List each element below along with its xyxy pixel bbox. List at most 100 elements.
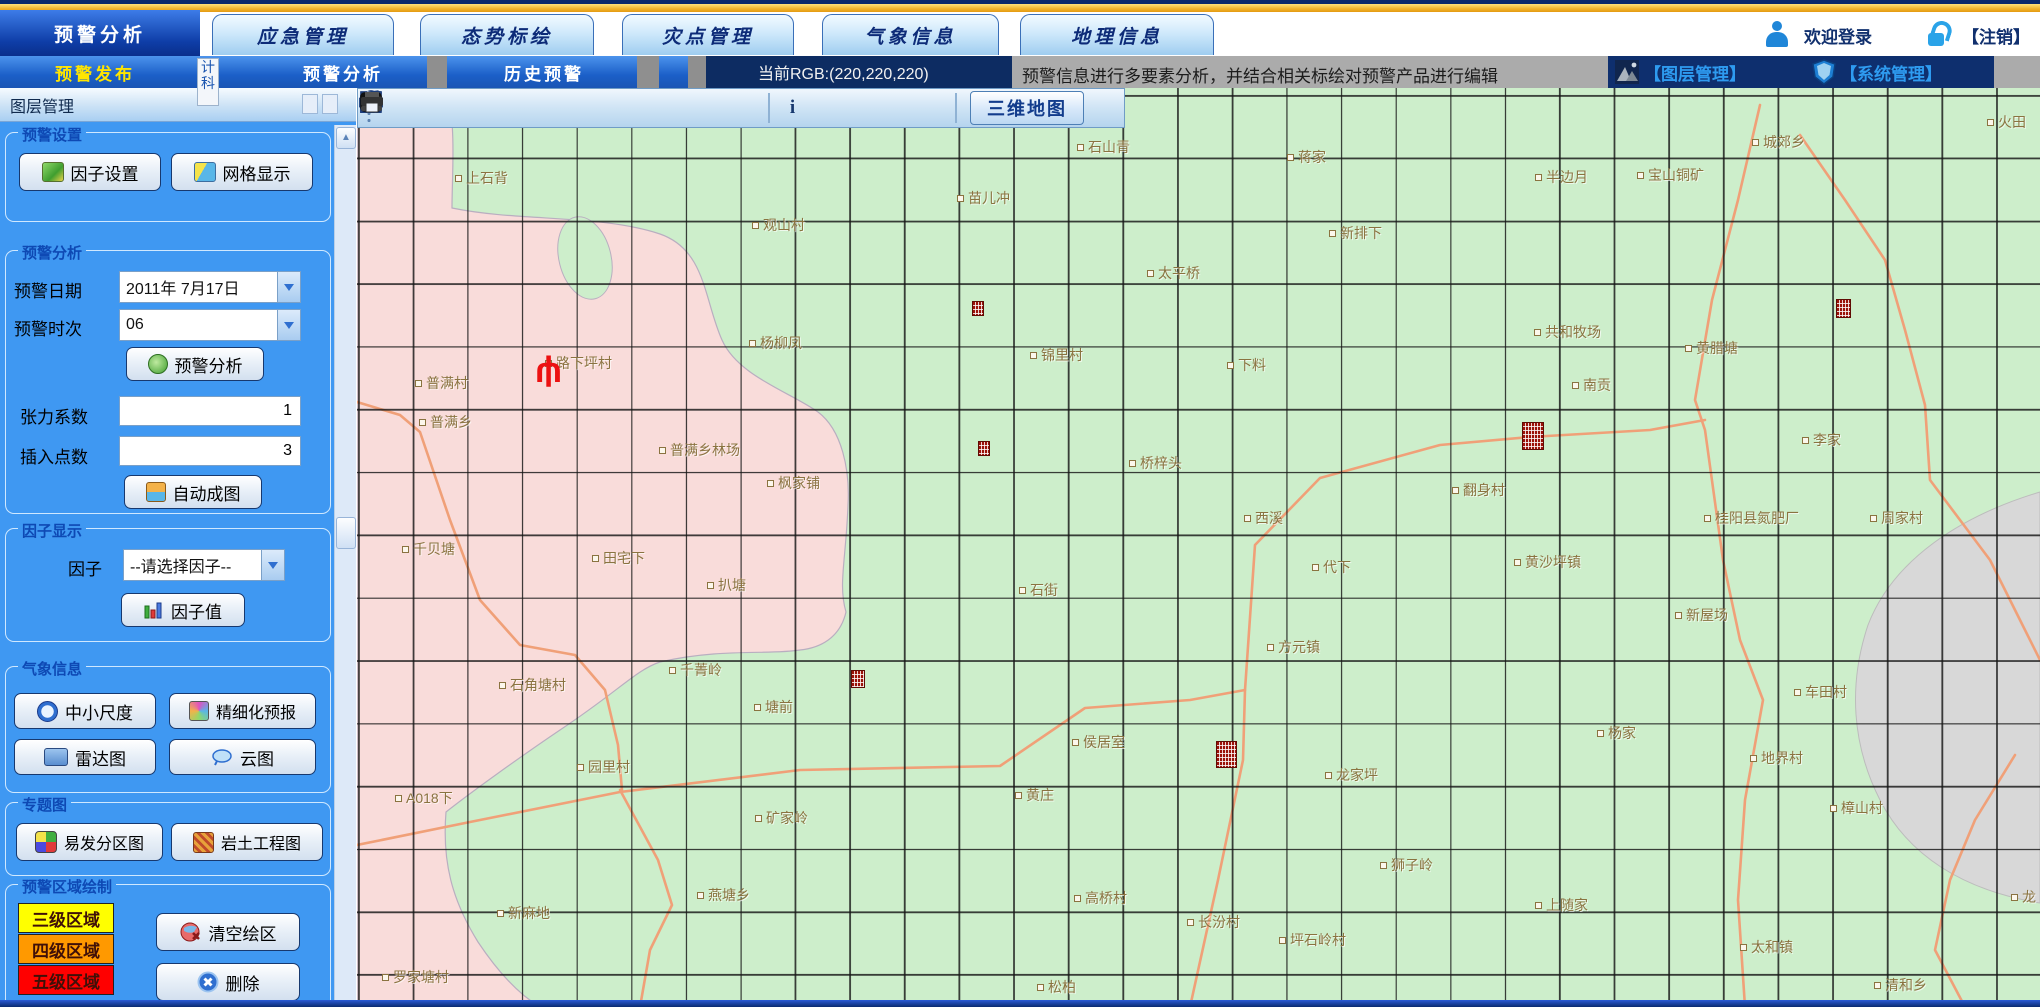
tab-weather-info[interactable]: 气象信息 — [822, 14, 999, 55]
map-place-label: 上石背 — [455, 168, 508, 188]
place-marker-icon — [1030, 352, 1037, 359]
place-marker-icon — [1704, 515, 1711, 522]
map-place-label: 翻身村 — [1452, 480, 1505, 500]
measure-polygon-icon[interactable] — [448, 91, 483, 125]
level4-region-swatch[interactable]: 四级区域 — [18, 934, 114, 964]
place-marker-icon — [749, 340, 756, 347]
print-icon[interactable] — [915, 91, 950, 125]
grid-display-label: 网格显示 — [223, 160, 291, 185]
tension-coefficient-input[interactable] — [119, 396, 301, 426]
place-marker-icon — [395, 795, 402, 802]
layer-manage-button[interactable]: 【图层管理】 — [1608, 56, 1806, 88]
scrollbar-thumb[interactable] — [336, 517, 356, 549]
chevron-down-icon[interactable] — [261, 550, 284, 580]
tab-disaster-points[interactable]: 灾点管理 — [622, 14, 794, 55]
panel-minimize-button[interactable] — [302, 94, 318, 114]
map-viewport[interactable]: 上石背石山青蒋家城郊乡火田苗儿冲半边月宝山铜矿观山村新排下太平桥杨柳凤锦里村下料… — [357, 88, 2040, 1007]
measure-circle-icon[interactable] — [413, 91, 448, 125]
full-extent-globe-icon[interactable] — [588, 91, 623, 125]
fine-forecast-button[interactable]: 精细化预报 — [169, 693, 316, 729]
place-marker-icon — [1752, 139, 1759, 146]
pause-icon[interactable] — [693, 91, 728, 125]
system-manage-button[interactable]: 【系统管理】 — [1806, 56, 1994, 88]
factor-value-button[interactable]: 因子值 — [121, 593, 245, 627]
panel-close-button[interactable] — [322, 94, 338, 114]
place-marker-icon — [1534, 329, 1541, 336]
grid-display-button[interactable]: 网格显示 — [171, 153, 313, 191]
susceptibility-zone-map-button[interactable]: 易发分区图 — [16, 823, 163, 861]
place-marker-icon — [419, 419, 426, 426]
subtab-warning-publish[interactable]: 预警发布 — [0, 56, 190, 88]
place-marker-icon — [382, 974, 389, 981]
map-place-label: 下料 — [1227, 355, 1266, 375]
warning-analyze-button[interactable]: 预警分析 — [126, 347, 264, 381]
geotechnical-map-button[interactable]: 岩土工程图 — [171, 823, 323, 861]
delete-button[interactable]: 删除 — [156, 963, 300, 1001]
warning-date-select[interactable]: 2011年 7月17日 — [119, 271, 301, 303]
grid-sheet-icon[interactable] — [483, 91, 518, 125]
place-marker-icon — [1015, 792, 1022, 799]
factor-settings-label: 因子设置 — [71, 160, 139, 185]
chevron-down-icon[interactable] — [277, 272, 300, 302]
place-marker-icon — [1637, 172, 1644, 179]
red-anchor-symbol: ψ — [535, 360, 562, 390]
map-place-label: 黄沙坪镇 — [1514, 552, 1581, 572]
place-marker-icon — [754, 704, 761, 711]
disaster-point-marker[interactable] — [972, 301, 984, 316]
scroll-up-arrow-icon[interactable]: ▲ — [336, 127, 356, 149]
factor-settings-button[interactable]: 因子设置 — [19, 153, 161, 191]
disaster-point-marker[interactable] — [851, 670, 865, 688]
tab-emergency-management[interactable]: 应急管理 — [212, 14, 394, 55]
zoom-out-icon[interactable] — [553, 91, 588, 125]
save-icon[interactable] — [845, 91, 880, 125]
sidebar-scrollbar[interactable]: ▲ — [334, 125, 356, 1007]
level3-region-swatch[interactable]: 三级区域 — [18, 903, 114, 933]
plot-icon[interactable] — [880, 91, 915, 125]
subtab-warning-analysis[interactable]: 预警分析 — [258, 56, 428, 88]
factor-select[interactable]: --请选择因子-- — [123, 549, 285, 581]
factor-label: 因子 — [68, 555, 102, 580]
disaster-point-marker[interactable] — [978, 441, 990, 456]
disaster-point-marker[interactable] — [1836, 299, 1851, 318]
pan-hand-icon[interactable] — [623, 91, 658, 125]
tab-situation-plotting[interactable]: 态势标绘 — [420, 14, 594, 55]
zoom-in-icon[interactable] — [518, 91, 553, 125]
cloud-chart-button[interactable]: 云图 — [169, 739, 316, 775]
map-place-label: 城郊乡 — [1752, 132, 1805, 152]
group-warning-settings: 预警设置 因子设置 网格显示 — [5, 132, 331, 222]
zoom-previous-icon[interactable] — [658, 91, 693, 125]
map-place-label: 南贡 — [1572, 375, 1611, 395]
place-marker-icon — [755, 815, 762, 822]
warning-time-select[interactable]: 06 — [119, 309, 301, 341]
place-marker-icon — [1329, 230, 1336, 237]
export-icon[interactable] — [810, 91, 845, 125]
refresh-swap-icon[interactable] — [728, 91, 763, 125]
identify-info-icon[interactable]: i — [775, 91, 810, 125]
disaster-point-marker[interactable] — [1522, 422, 1544, 450]
auto-chart-button[interactable]: 自动成图 — [124, 475, 262, 509]
place-marker-icon — [1830, 805, 1837, 812]
tab-geographic-info[interactable]: 地理信息 — [1020, 14, 1214, 55]
place-marker-icon — [1874, 982, 1881, 989]
map-place-label: 扒塘 — [707, 575, 746, 595]
fine-forecast-icon — [189, 701, 209, 721]
subtab-history-warning[interactable]: 历史预警 — [460, 56, 628, 88]
place-marker-icon — [402, 546, 409, 553]
chevron-down-icon[interactable] — [277, 310, 300, 340]
tab-warning-analysis[interactable]: 预警分析 — [0, 10, 200, 56]
map-place-label: 普满村 — [415, 373, 468, 393]
user-area: 欢迎登录 【注销】 — [1764, 18, 2030, 52]
map-place-label: 新麻地 — [497, 903, 550, 923]
place-marker-icon — [669, 667, 676, 674]
meso-scale-button[interactable]: 中小尺度 — [14, 693, 156, 729]
logout-button[interactable]: 【注销】 — [1962, 23, 2030, 48]
insert-points-input[interactable] — [119, 436, 301, 466]
place-marker-icon — [1802, 437, 1809, 444]
map-3d-button[interactable]: 三维地图 — [970, 91, 1084, 125]
current-rgb-readout: 当前RGB:(220,220,220) — [706, 56, 1012, 88]
disaster-point-marker[interactable] — [1216, 741, 1237, 768]
place-marker-icon — [1535, 902, 1542, 909]
radar-chart-button[interactable]: 雷达图 — [14, 739, 156, 775]
level5-region-swatch[interactable]: 五级区域 — [18, 965, 114, 995]
clear-drawn-region-button[interactable]: 清空绘区 — [156, 913, 300, 951]
